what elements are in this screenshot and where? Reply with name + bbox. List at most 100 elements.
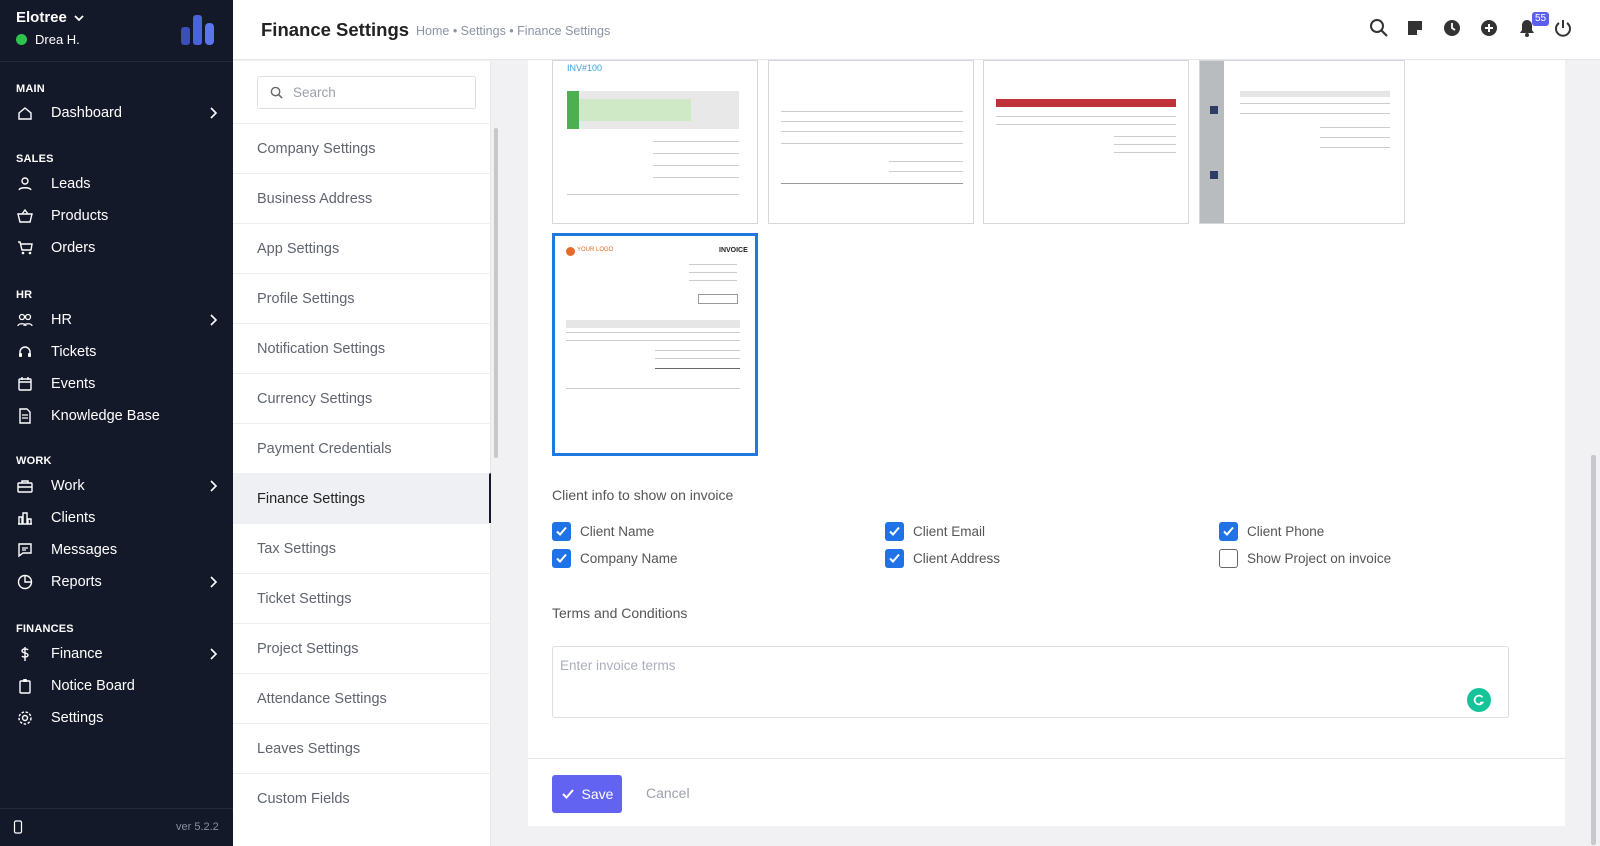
sidebar-item-label: Tickets bbox=[51, 344, 97, 360]
sidebar-item-tickets[interactable]: Tickets bbox=[0, 337, 233, 367]
user-icon bbox=[16, 175, 34, 193]
sidebar-item-products[interactable]: Products bbox=[0, 201, 233, 231]
basket-icon bbox=[16, 207, 34, 225]
sidebar-item-label: Orders bbox=[51, 240, 96, 256]
sidebar-item-label: Settings bbox=[51, 710, 104, 726]
sidebar-item-finance[interactable]: Finance bbox=[0, 639, 233, 669]
checkbox-company-name[interactable]: Company Name bbox=[552, 549, 678, 568]
save-button[interactable]: Save bbox=[552, 775, 622, 813]
top-bar: Finance Settings Home • Settings • Finan… bbox=[233, 0, 1600, 60]
mobile-icon[interactable] bbox=[13, 820, 23, 834]
home-icon bbox=[16, 104, 34, 122]
divider bbox=[528, 758, 1565, 759]
checkbox-checked-icon[interactable] bbox=[885, 522, 904, 541]
sidebar-item-leads[interactable]: Leads bbox=[0, 169, 233, 199]
checkbox-unchecked-icon[interactable] bbox=[1219, 549, 1238, 568]
checkbox-checked-icon[interactable] bbox=[552, 549, 571, 568]
settings-menu-item-custom-fields[interactable]: Custom Fields bbox=[233, 773, 491, 823]
sidebar: Elotree Drea H. MAIN Dashboard SALES Leads P… bbox=[0, 0, 233, 846]
checkbox-client-address[interactable]: Client Address bbox=[885, 549, 1000, 568]
add-circle-icon[interactable] bbox=[1479, 18, 1499, 38]
chevron-right-icon bbox=[206, 106, 220, 120]
settings-menu-item-business-address[interactable]: Business Address bbox=[233, 173, 491, 223]
power-icon[interactable] bbox=[1553, 18, 1573, 38]
save-label: Save bbox=[581, 786, 614, 802]
sidebar-item-label: Notice Board bbox=[51, 678, 135, 694]
cancel-button[interactable]: Cancel bbox=[646, 785, 690, 801]
sidebar-section-title: FINANCES bbox=[16, 623, 74, 635]
company-name: Elotree bbox=[16, 9, 67, 26]
chevron-down-icon bbox=[74, 14, 84, 21]
search-input[interactable]: Search bbox=[293, 85, 336, 100]
briefcase-icon bbox=[16, 477, 34, 495]
invoice-template-2[interactable] bbox=[768, 60, 974, 224]
terms-placeholder: Enter invoice terms bbox=[560, 658, 676, 673]
checkbox-client-email[interactable]: Client Email bbox=[885, 522, 985, 541]
people-icon bbox=[16, 311, 34, 329]
settings-menu-item-ticket-settings[interactable]: Ticket Settings bbox=[233, 573, 491, 623]
invoice-template-4[interactable] bbox=[1199, 60, 1405, 224]
user-status[interactable]: Drea H. bbox=[16, 32, 80, 47]
settings-menu-item-tax-settings[interactable]: Tax Settings bbox=[233, 523, 491, 573]
grammarly-icon[interactable] bbox=[1467, 688, 1491, 712]
sidebar-item-label: Finance bbox=[51, 646, 103, 662]
clipboard-icon bbox=[16, 677, 34, 695]
sidebar-item-label: Clients bbox=[51, 510, 96, 526]
sidebar-item-label: Dashboard bbox=[51, 105, 122, 121]
app-logo-icon bbox=[181, 15, 214, 45]
sidebar-item-settings[interactable]: Settings bbox=[0, 703, 233, 733]
checkbox-checked-icon[interactable] bbox=[885, 549, 904, 568]
invoice-template-3[interactable] bbox=[983, 60, 1189, 224]
terms-heading: Terms and Conditions bbox=[552, 605, 688, 621]
sidebar-item-label: Reports bbox=[51, 574, 102, 590]
settings-menu-item-currency-settings[interactable]: Currency Settings bbox=[233, 373, 491, 423]
checkbox-label: Show Project on invoice bbox=[1247, 551, 1392, 566]
finance-settings-panel: INV#100 YOUR LOGO INVOICE Client info to… bbox=[528, 60, 1565, 826]
settings-menu-item-finance-settings[interactable]: Finance Settings bbox=[233, 473, 491, 523]
settings-menu-item-project-settings[interactable]: Project Settings bbox=[233, 623, 491, 673]
settings-menu-item-app-settings[interactable]: App Settings bbox=[233, 223, 491, 273]
sidebar-item-reports[interactable]: Reports bbox=[0, 567, 233, 597]
company-switcher[interactable]: Elotree bbox=[16, 9, 85, 26]
sidebar-item-work[interactable]: Work bbox=[0, 471, 233, 501]
checkbox-client-name[interactable]: Client Name bbox=[552, 522, 654, 541]
checkbox-client-phone[interactable]: Client Phone bbox=[1219, 522, 1324, 541]
settings-menu-item-attendance-settings[interactable]: Attendance Settings bbox=[233, 673, 491, 723]
invoice-template-1[interactable]: INV#100 bbox=[552, 60, 758, 224]
sidebar-section-title: WORK bbox=[16, 455, 52, 467]
search-icon[interactable] bbox=[1369, 18, 1389, 38]
settings-menu-item-notification-settings[interactable]: Notification Settings bbox=[233, 323, 491, 373]
sidebar-item-dashboard[interactable]: Dashboard bbox=[0, 98, 233, 128]
settings-menu-scrollbar[interactable] bbox=[494, 128, 498, 458]
sticky-note-icon[interactable] bbox=[1405, 18, 1425, 38]
sidebar-item-knowledge-base[interactable]: Knowledge Base bbox=[0, 401, 233, 431]
document-icon bbox=[16, 407, 34, 425]
checkbox-label: Client Name bbox=[580, 524, 655, 539]
sidebar-item-clients[interactable]: Clients bbox=[0, 503, 233, 533]
checkbox-label: Client Email bbox=[913, 524, 986, 539]
settings-menu-item-leaves-settings[interactable]: Leaves Settings bbox=[233, 723, 491, 773]
sidebar-item-messages[interactable]: Messages bbox=[0, 535, 233, 565]
sidebar-item-notice-board[interactable]: Notice Board bbox=[0, 671, 233, 701]
page-title: Finance Settings bbox=[261, 19, 410, 40]
sidebar-item-orders[interactable]: Orders bbox=[0, 233, 233, 263]
version-label: ver 5.2.2 bbox=[176, 821, 219, 833]
sidebar-item-label: Knowledge Base bbox=[51, 408, 160, 424]
breadcrumb[interactable]: Home • Settings • Finance Settings bbox=[416, 24, 610, 38]
settings-menu-item-payment-credentials[interactable]: Payment Credentials bbox=[233, 423, 491, 473]
checkbox-checked-icon[interactable] bbox=[552, 522, 571, 541]
terms-textarea[interactable]: Enter invoice terms bbox=[552, 646, 1509, 718]
settings-menu-item-company-settings[interactable]: Company Settings bbox=[233, 123, 491, 173]
checkbox-checked-icon[interactable] bbox=[1219, 522, 1238, 541]
client-info-heading: Client info to show on invoice bbox=[552, 487, 734, 503]
sidebar-item-hr[interactable]: HR bbox=[0, 305, 233, 335]
checkbox-show-project-on-invoice[interactable]: Show Project on invoice bbox=[1219, 549, 1391, 568]
user-name: Drea H. bbox=[35, 32, 80, 47]
settings-menu-item-profile-settings[interactable]: Profile Settings bbox=[233, 273, 491, 323]
settings-search[interactable]: Search bbox=[257, 76, 476, 109]
notification-count-badge: 55 bbox=[1532, 12, 1550, 26]
page-scrollbar[interactable] bbox=[1591, 455, 1596, 845]
sidebar-item-events[interactable]: Events bbox=[0, 369, 233, 399]
invoice-template-5-selected[interactable]: YOUR LOGO INVOICE bbox=[552, 233, 758, 456]
clock-icon[interactable] bbox=[1442, 18, 1462, 38]
